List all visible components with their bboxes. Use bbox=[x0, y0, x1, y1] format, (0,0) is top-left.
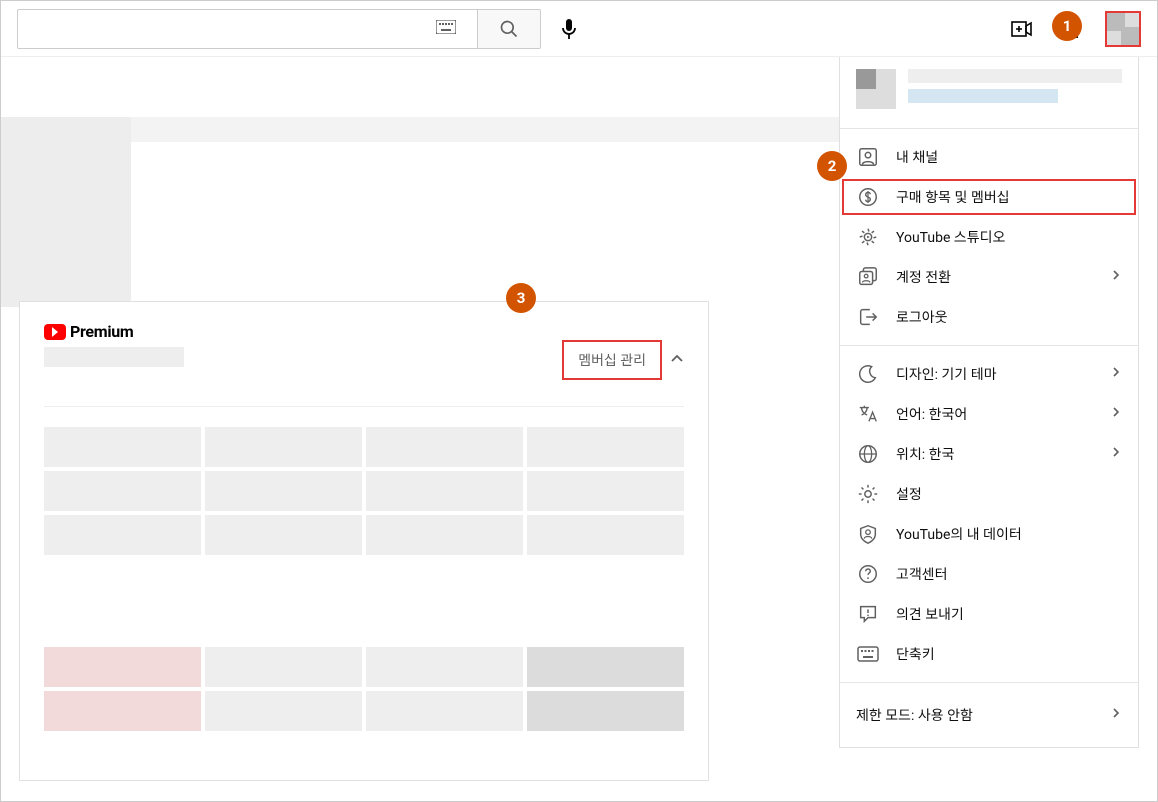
annotation-2: 2 bbox=[817, 151, 847, 181]
menu-label: 위치: 한국 bbox=[896, 444, 1094, 464]
menu-label: 계정 전환 bbox=[896, 267, 1094, 287]
chevron-right-icon bbox=[1110, 269, 1122, 285]
menu-location[interactable]: 위치: 한국 bbox=[840, 434, 1138, 474]
sign-out-icon bbox=[856, 305, 880, 329]
menu-youtube-studio[interactable]: YouTube 스튜디오 bbox=[840, 217, 1138, 257]
translate-icon bbox=[856, 402, 880, 426]
menu-label: 내 채널 bbox=[896, 147, 1122, 167]
gear-icon bbox=[856, 482, 880, 506]
placeholder-block bbox=[44, 515, 201, 555]
search-input[interactable] bbox=[17, 9, 477, 49]
menu-help[interactable]: 고객센터 bbox=[840, 554, 1138, 594]
dropdown-section-2: 디자인: 기기 테마 언어: 한국어 위치: 한국 설정 YouTube의 내 … bbox=[840, 346, 1138, 683]
placeholder-block bbox=[205, 691, 362, 731]
chevron-right-icon bbox=[1110, 406, 1122, 422]
menu-language[interactable]: 언어: 한국어 bbox=[840, 394, 1138, 434]
account-header bbox=[840, 57, 1138, 129]
placeholder-block bbox=[205, 647, 362, 687]
moon-icon bbox=[856, 362, 880, 386]
youtube-premium-logo: Premium bbox=[44, 322, 184, 341]
placeholder-block bbox=[366, 427, 523, 467]
manage-membership-button[interactable]: 멤버십 관리 bbox=[562, 340, 662, 380]
microphone-icon bbox=[561, 18, 577, 40]
placeholder-block bbox=[44, 647, 201, 687]
premium-brand-text: Premium bbox=[70, 322, 133, 341]
menu-settings[interactable]: 설정 bbox=[840, 474, 1138, 514]
search-icon bbox=[499, 19, 519, 39]
placeholder-block bbox=[366, 691, 523, 731]
menu-feedback[interactable]: 의견 보내기 bbox=[840, 594, 1138, 634]
menu-shortcuts[interactable]: 단축키 bbox=[840, 634, 1138, 674]
annotation-3: 3 bbox=[506, 283, 536, 313]
account-name-placeholder bbox=[908, 69, 1122, 116]
menu-purchases-memberships[interactable]: 구매 항목 및 멤버십 bbox=[840, 177, 1138, 217]
placeholder-block bbox=[44, 691, 201, 731]
user-square-icon bbox=[856, 145, 880, 169]
placeholder-block bbox=[366, 647, 523, 687]
voice-search-button[interactable] bbox=[549, 9, 589, 49]
menu-switch-account[interactable]: 계정 전환 bbox=[840, 257, 1138, 297]
feedback-icon bbox=[856, 602, 880, 626]
placeholder-block bbox=[44, 471, 201, 511]
premium-body bbox=[44, 427, 684, 731]
switch-account-icon bbox=[856, 265, 880, 289]
gear-play-icon bbox=[856, 225, 880, 249]
placeholder-block bbox=[1, 117, 131, 307]
menu-restricted-mode[interactable]: 제한 모드: 사용 안함 bbox=[840, 691, 1138, 739]
search-container bbox=[17, 9, 589, 49]
placeholder-block bbox=[366, 515, 523, 555]
membership-manage-wrap: 멤버십 관리 bbox=[562, 340, 684, 380]
account-dropdown: 내 채널 구매 항목 및 멤버십 YouTube 스튜디오 계정 전환 로그아웃… bbox=[839, 57, 1139, 748]
account-avatar bbox=[856, 69, 896, 109]
menu-label: 언어: 한국어 bbox=[896, 404, 1094, 424]
top-bar bbox=[1, 1, 1157, 57]
account-avatar-button[interactable] bbox=[1105, 11, 1141, 47]
chevron-right-icon bbox=[1110, 707, 1122, 723]
dropdown-section-1: 내 채널 구매 항목 및 멤버십 YouTube 스튜디오 계정 전환 로그아웃 bbox=[840, 129, 1138, 346]
placeholder-block bbox=[205, 471, 362, 511]
placeholder-block bbox=[205, 427, 362, 467]
annotation-1: 1 bbox=[1052, 11, 1082, 41]
placeholder-block bbox=[366, 471, 523, 511]
create-button[interactable] bbox=[1009, 17, 1033, 41]
menu-appearance[interactable]: 디자인: 기기 테마 bbox=[840, 354, 1138, 394]
help-circle-icon bbox=[856, 562, 880, 586]
placeholder-block bbox=[527, 471, 684, 511]
dropdown-section-3: 제한 모드: 사용 안함 bbox=[840, 683, 1138, 747]
chevron-right-icon bbox=[1110, 446, 1122, 462]
dollar-circle-icon bbox=[856, 185, 880, 209]
menu-label: 디자인: 기기 테마 bbox=[896, 364, 1094, 384]
chevron-right-icon bbox=[1110, 366, 1122, 382]
placeholder-block bbox=[527, 515, 684, 555]
placeholder-block bbox=[44, 427, 201, 467]
menu-sign-out[interactable]: 로그아웃 bbox=[840, 297, 1138, 337]
globe-icon bbox=[856, 442, 880, 466]
menu-label: 의견 보내기 bbox=[896, 604, 1122, 624]
menu-label: 제한 모드: 사용 안함 bbox=[856, 705, 1110, 725]
menu-your-data[interactable]: YouTube의 내 데이터 bbox=[840, 514, 1138, 554]
premium-header: Premium 멤버십 관리 bbox=[44, 322, 684, 407]
menu-label: 설정 bbox=[896, 484, 1122, 504]
menu-label: YouTube의 내 데이터 bbox=[896, 524, 1122, 544]
placeholder-block bbox=[527, 427, 684, 467]
menu-label: 로그아웃 bbox=[896, 307, 1122, 327]
menu-my-channel[interactable]: 내 채널 bbox=[840, 137, 1138, 177]
placeholder-block bbox=[205, 515, 362, 555]
placeholder-block bbox=[44, 347, 184, 367]
shield-user-icon bbox=[856, 522, 880, 546]
keyboard-icon bbox=[856, 642, 880, 666]
placeholder-block bbox=[527, 691, 684, 731]
chevron-up-icon bbox=[670, 351, 684, 370]
menu-label: YouTube 스튜디오 bbox=[896, 227, 1122, 247]
placeholder-block bbox=[527, 647, 684, 687]
menu-label: 단축키 bbox=[896, 644, 1122, 664]
youtube-play-icon bbox=[44, 324, 66, 340]
menu-label: 구매 항목 및 멤버십 bbox=[896, 187, 1122, 207]
search-button[interactable] bbox=[477, 9, 541, 49]
premium-membership-card: Premium 멤버십 관리 bbox=[19, 301, 709, 781]
menu-label: 고객센터 bbox=[896, 564, 1122, 584]
create-video-icon bbox=[1009, 17, 1033, 41]
